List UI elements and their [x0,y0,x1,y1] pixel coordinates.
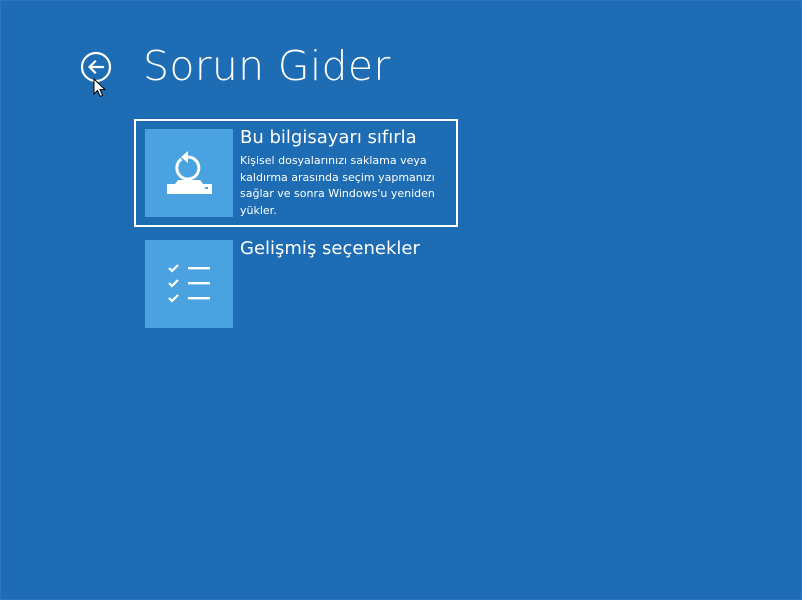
page-title: Sorun Gider [143,42,391,90]
advanced-options-tile [145,240,233,328]
reset-pc-title: Bu bilgisayarı sıfırla [240,127,417,148]
back-button[interactable] [80,51,112,83]
reset-pc-tile [145,129,233,217]
checklist-icon [168,264,210,303]
reset-pc-icon [167,151,212,194]
reset-pc-option[interactable]: Bu bilgisayarı sıfırla Kişisel dosyaları… [134,119,458,227]
advanced-options-title: Gelişmiş seçenekler [240,238,420,259]
reset-pc-description: Kişisel dosyalarınızı saklama veya kaldı… [240,154,435,217]
back-arrow-circle-icon [80,51,112,83]
advanced-options-option[interactable]: Gelişmiş seçenekler [136,232,456,336]
